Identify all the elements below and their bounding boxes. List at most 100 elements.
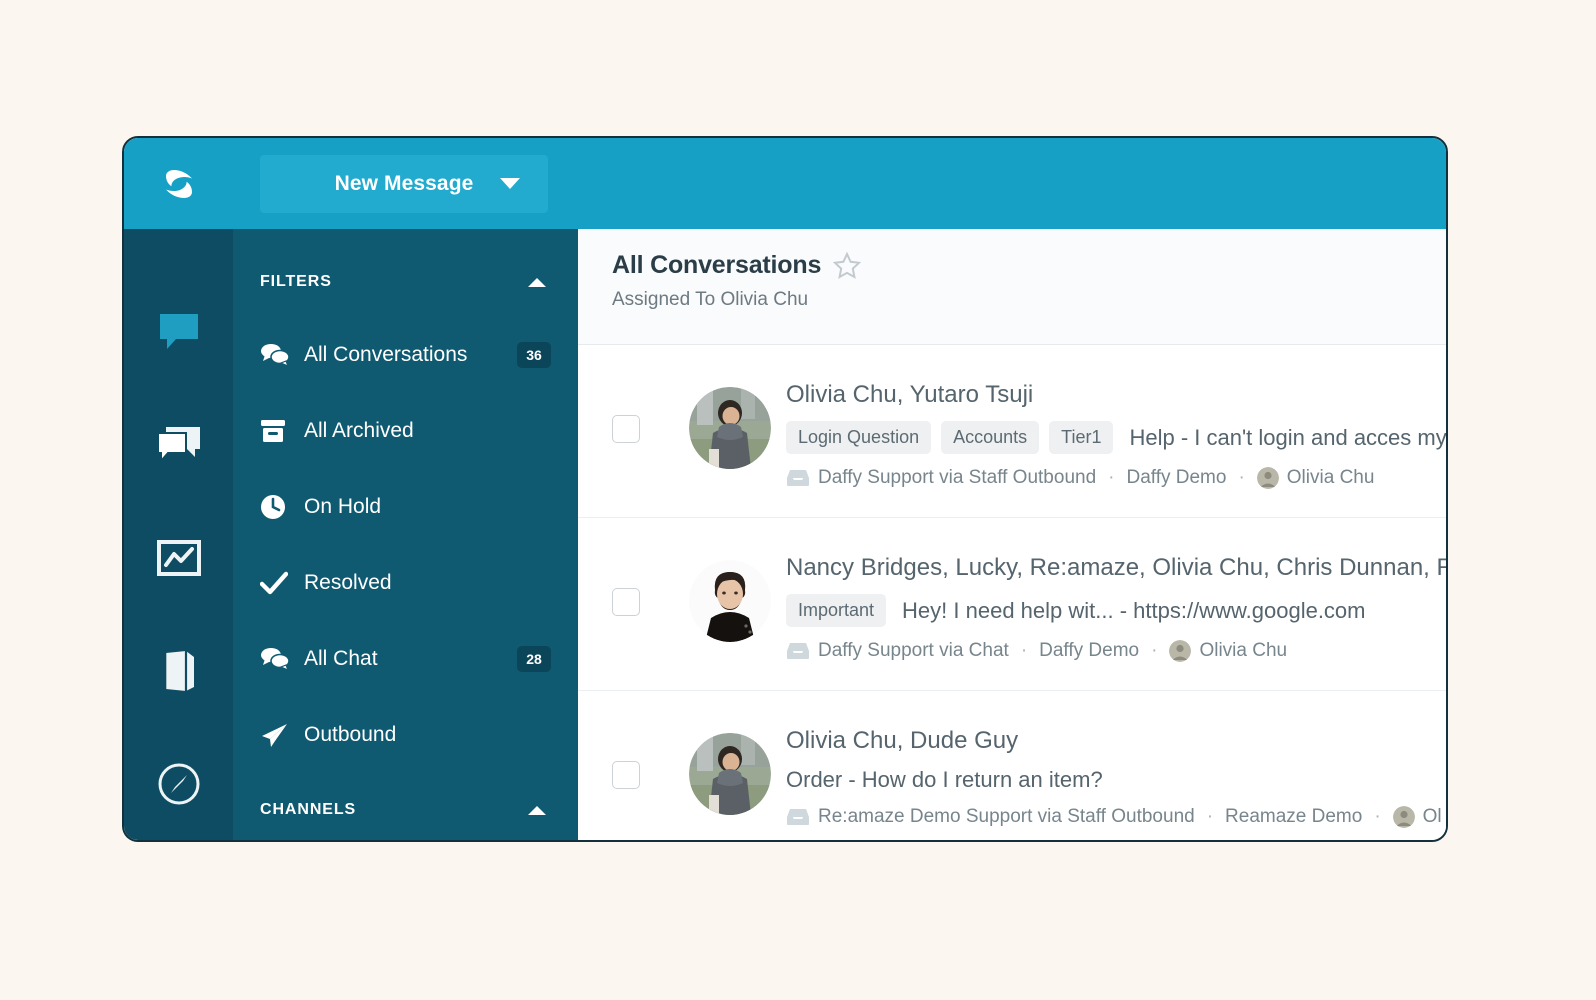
avatar — [689, 560, 771, 642]
conversation-meta: Daffy Support via Staff Outbound · Daffy… — [786, 467, 1446, 489]
sidebar-item-badge: 28 — [517, 646, 551, 672]
conversations-icon — [159, 313, 198, 349]
filters-section-header[interactable]: FILTERS — [233, 263, 578, 301]
assignee-name: Olivia Chu — [1199, 640, 1288, 661]
top-bar: New Message — [124, 138, 1446, 229]
star-outline-icon[interactable] — [833, 252, 862, 279]
channel-name: Daffy Support via Staff Outbound — [818, 467, 1097, 488]
brand-name: Daffy Demo — [1126, 467, 1227, 488]
sidebar-item-all-chat[interactable]: All Chat 28 — [233, 621, 578, 697]
reamaze-leaf-logo-icon — [165, 169, 192, 198]
row-select-cell — [578, 546, 674, 616]
row-checkbox[interactable] — [612, 415, 640, 443]
participants: Olivia Chu, Dude Guy — [786, 727, 1019, 754]
participants: Nancy Bridges, Lucky, Re:amaze, Olivia C… — [786, 554, 1446, 581]
assignee-avatar — [1392, 806, 1415, 828]
rail-item-chat[interactable] — [124, 388, 233, 501]
meta-separator: · — [1108, 467, 1115, 488]
assignee-avatar — [1169, 640, 1192, 662]
rail-item-compass[interactable] — [124, 727, 233, 840]
meta-separator: · — [1374, 806, 1381, 827]
subject: Hey! I need help wit... - https://www.go… — [902, 597, 1366, 623]
subject: Help - I can't login and acces my — [1129, 424, 1446, 450]
app-window: New Message FILTERS All Conversations 36… — [122, 136, 1448, 842]
row-checkbox[interactable] — [612, 761, 640, 789]
subject-row: Order - How do I return an item? — [786, 767, 1446, 793]
assignee-name: Ol — [1422, 806, 1442, 827]
sidebar-item-label: On Hold — [304, 495, 382, 518]
assignee-name: Olivia Chu — [1286, 467, 1375, 488]
meta-separator: · — [1238, 467, 1245, 488]
sidebar-item-label: All Conversations — [304, 343, 468, 366]
tag[interactable]: Important — [786, 594, 887, 627]
rail-item-knowledge-base[interactable] — [124, 614, 233, 727]
conversation-content: Nancy Bridges, Lucky, Re:amaze, Olivia C… — [786, 546, 1446, 662]
sidebar-item-badge: 36 — [517, 342, 551, 368]
conversation-meta: Daffy Support via Chat · Daffy Demo · Ol… — [786, 640, 1446, 662]
assigned-filter-subtitle: Assigned To Olivia Chu — [612, 289, 809, 310]
brand-name: Daffy Demo — [1039, 640, 1140, 661]
meta-separator: · — [1206, 806, 1214, 827]
new-message-button[interactable]: New Message — [260, 154, 548, 213]
sidebar-item-on-hold[interactable]: On Hold — [233, 469, 578, 545]
icon-rail — [124, 229, 233, 840]
conversation-list-header: All Conversations Assigned To Olivia Chu — [578, 229, 1446, 345]
conversation-row[interactable]: Olivia Chu, Dude Guy Order - How do I re… — [578, 691, 1446, 840]
conversation-content: Olivia Chu, Dude Guy Order - How do I re… — [786, 719, 1446, 828]
chevron-up-icon[interactable] — [528, 277, 546, 287]
archive-box-icon — [260, 418, 292, 444]
avatar-cell — [674, 719, 786, 815]
row-select-cell — [578, 719, 674, 789]
check-icon — [260, 571, 292, 595]
conversation-list: Olivia Chu, Yutaro Tsuji Login Question … — [578, 345, 1446, 840]
chevron-up-icon[interactable] — [528, 805, 546, 815]
tag[interactable]: Tier1 — [1049, 421, 1114, 454]
chevron-down-icon — [500, 178, 520, 189]
sidebar-item-all-archived[interactable]: All Archived — [233, 393, 578, 469]
sidebar-item-outbound[interactable]: Outbound — [233, 697, 578, 773]
meta-separator: · — [1151, 640, 1158, 661]
subject: Order - How do I return an item? — [786, 767, 1103, 792]
subject-row: Login Question Accounts Tier1 Help - I c… — [786, 421, 1446, 454]
conversation-row[interactable]: Nancy Bridges, Lucky, Re:amaze, Olivia C… — [578, 518, 1446, 691]
app-logo[interactable] — [124, 167, 233, 201]
inbox-icon — [787, 470, 809, 486]
filter-list: All Conversations 36 All Archived On Hol… — [233, 317, 578, 773]
reports-icon — [156, 539, 201, 576]
clock-icon — [260, 494, 292, 520]
compass-icon — [158, 763, 199, 804]
paper-plane-icon — [260, 722, 292, 748]
sidebar-item-all-conversations[interactable]: All Conversations 36 — [233, 317, 578, 393]
conversation-column: All Conversations Assigned To Olivia Chu — [578, 229, 1446, 840]
channels-section-header[interactable]: CHANNELS — [233, 791, 578, 829]
sidebar-item-label: All Archived — [304, 419, 414, 442]
conversations-bubbles-icon — [260, 647, 292, 671]
subject-row: Important Hey! I need help wit... - http… — [786, 594, 1446, 627]
rail-item-conversations[interactable] — [124, 275, 233, 388]
row-select-cell — [578, 373, 674, 443]
knowledge-base-icon — [164, 650, 194, 691]
tag[interactable]: Accounts — [941, 421, 1040, 454]
channels-heading: CHANNELS — [260, 801, 357, 818]
filters-heading: FILTERS — [260, 273, 332, 290]
tag[interactable]: Login Question — [786, 421, 932, 454]
meta-separator: · — [1020, 640, 1028, 661]
brand-name: Reamaze Demo — [1225, 806, 1363, 827]
row-checkbox[interactable] — [612, 588, 640, 616]
avatar-cell — [674, 373, 786, 469]
sidebar-item-label: All Chat — [304, 647, 378, 670]
conversation-row[interactable]: Olivia Chu, Yutaro Tsuji Login Question … — [578, 345, 1446, 518]
conversation-content: Olivia Chu, Yutaro Tsuji Login Question … — [786, 373, 1446, 489]
avatar-cell — [674, 546, 786, 642]
rail-item-reports[interactable] — [124, 501, 233, 614]
assignee-avatar — [1256, 467, 1279, 489]
filters-panel: FILTERS All Conversations 36 All Archive… — [233, 229, 578, 840]
avatar — [689, 733, 771, 815]
channel-name: Re:amaze Demo Support via Staff Outbound — [818, 806, 1195, 827]
sidebar-item-resolved[interactable]: Resolved — [233, 545, 578, 621]
chat-icon — [156, 426, 200, 464]
conversation-meta: Re:amaze Demo Support via Staff Outbound… — [786, 806, 1446, 828]
avatar — [689, 387, 771, 469]
sidebar-item-label: Outbound — [304, 723, 397, 746]
sidebar-item-label: Resolved — [304, 571, 392, 594]
